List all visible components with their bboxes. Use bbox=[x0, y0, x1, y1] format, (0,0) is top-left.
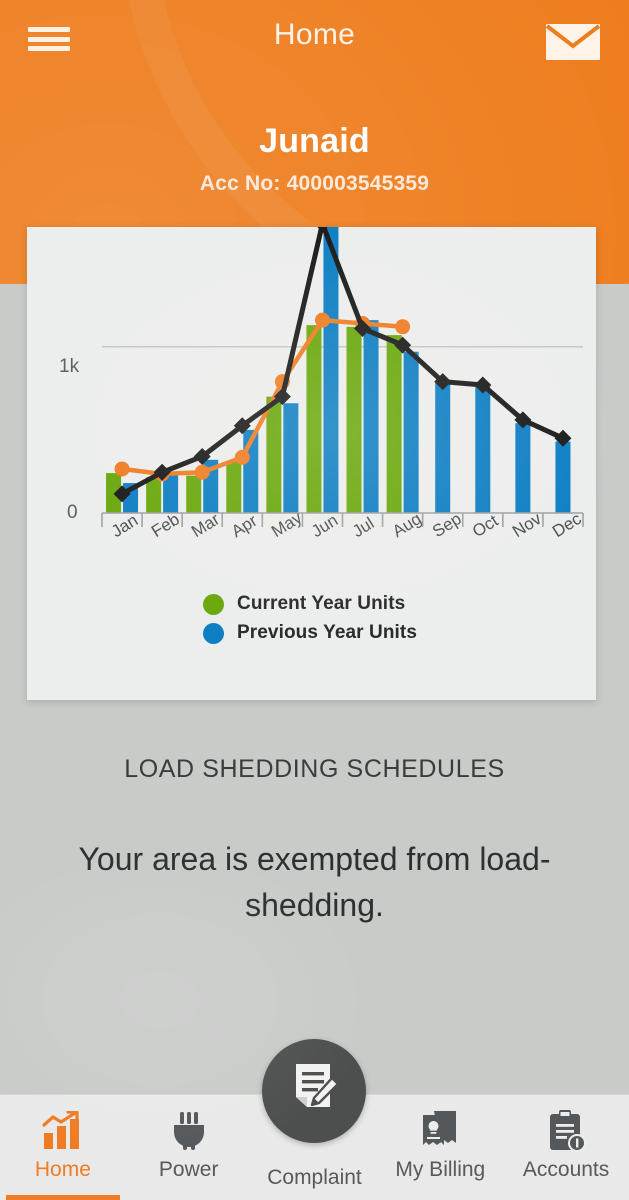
load-shedding-title: LOAD SHEDDING SCHEDULES bbox=[124, 755, 505, 783]
nav-label-complaint: Complaint bbox=[267, 1166, 362, 1189]
envelope-icon[interactable] bbox=[545, 22, 601, 62]
nav-item-accounts[interactable]: Accounts bbox=[503, 1094, 629, 1200]
x-axis-tick-oct: Oct bbox=[468, 510, 502, 542]
chart-lines bbox=[113, 227, 572, 503]
nav-active-indicator bbox=[6, 1195, 120, 1200]
bar-chart-growth-icon bbox=[41, 1108, 85, 1154]
document-pen-icon bbox=[288, 1061, 340, 1122]
usage-chart: 1k 0 Jan Feb Mar Apr May Jun Jul Aug Sep Oct Nov De… bbox=[27, 227, 596, 567]
legend-color-swatch-previous bbox=[203, 622, 224, 644]
nav-item-home[interactable]: Home bbox=[0, 1094, 126, 1200]
usage-chart-card[interactable]: 1k 0 Jan Feb Mar Apr May Jun Jul Aug Sep Oct Nov De… bbox=[27, 227, 596, 700]
power-plug-icon bbox=[167, 1108, 211, 1154]
x-axis-tick-feb: Feb bbox=[148, 509, 184, 542]
nav-item-power[interactable]: Power bbox=[126, 1094, 252, 1200]
legend-item: Current Year Units bbox=[203, 591, 503, 617]
bottom-navigation-bar: Home Power Complaint My Billing Accounts bbox=[0, 1039, 629, 1200]
x-axis-tick-jun: Jun bbox=[308, 510, 342, 542]
x-axis-tick-jan: Jan bbox=[108, 510, 142, 542]
nav-label-my-billing: My Billing bbox=[395, 1158, 486, 1181]
legend-label-current: Current Year Units bbox=[237, 593, 406, 614]
legend-item: Previous Year Units bbox=[203, 620, 503, 646]
invoice-bulb-icon bbox=[418, 1108, 462, 1154]
y-axis-tick-1k: 1k bbox=[59, 356, 80, 377]
x-axis-tick-jul: Jul bbox=[348, 513, 378, 542]
account-name: Junaid bbox=[259, 122, 370, 160]
x-axis-tick-mar: Mar bbox=[188, 509, 224, 542]
legend-color-swatch-current bbox=[203, 593, 224, 615]
legend-label-previous: Previous Year Units bbox=[237, 622, 418, 643]
x-axis-labels: Jan Feb Mar Apr May Jun Jul Aug Sep Oct Nov Dec bbox=[27, 508, 596, 567]
clipboard-info-icon bbox=[545, 1108, 587, 1154]
nav-label-home: Home bbox=[34, 1158, 91, 1181]
x-axis-tick-apr: Apr bbox=[228, 510, 261, 542]
complaint-fab-button[interactable] bbox=[262, 1039, 367, 1143]
chart-legend: Current Year Units Previous Year Units bbox=[203, 591, 503, 649]
page-title: Home bbox=[273, 18, 356, 51]
top-app-bar: Home bbox=[0, 0, 629, 78]
account-number: Acc No: 400003545359 bbox=[199, 172, 430, 195]
nav-label-power: Power bbox=[158, 1158, 219, 1181]
nav-label-accounts: Accounts bbox=[522, 1158, 610, 1181]
nav-item-complaint[interactable]: Complaint bbox=[252, 1039, 378, 1200]
nav-item-my-billing[interactable]: My Billing bbox=[377, 1094, 503, 1200]
load-shedding-message: Your area is exempted from load-shedding… bbox=[78, 841, 551, 923]
